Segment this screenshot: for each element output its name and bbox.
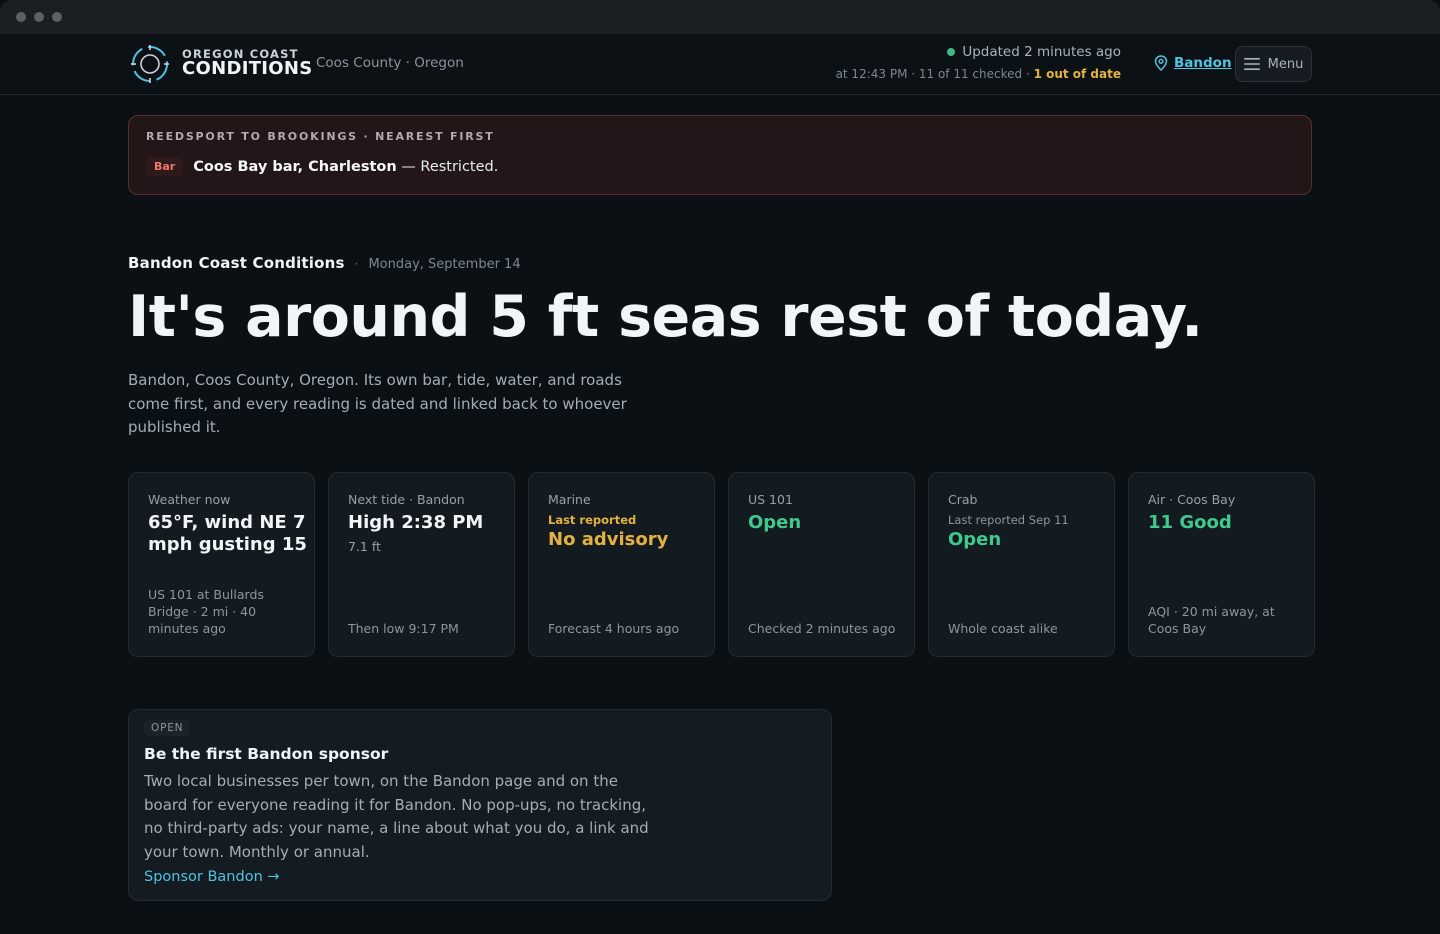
- brand-title[interactable]: CONDITIONS: [182, 58, 313, 79]
- window-close-dot[interactable]: [16, 12, 26, 22]
- crab-foot: Whole coast alike: [948, 621, 1058, 636]
- alert-status: — Restricted.: [396, 158, 499, 175]
- air-label: Air · Coos Bay: [1148, 492, 1236, 507]
- intro-paragraph: Bandon, Coos County, Oregon. Its own bar…: [128, 371, 627, 436]
- out-of-date-link[interactable]: 1 out of date: [1034, 67, 1121, 81]
- updated-text: Updated 2 minutes ago: [962, 44, 1121, 60]
- heading-separator: ·: [354, 257, 359, 271]
- road-value: Open: [748, 512, 802, 533]
- road-card[interactable]: US 101 Open Checked 2 minutes ago: [728, 472, 915, 657]
- marine-foot: Forecast 4 hours ago: [548, 621, 680, 636]
- hamburger-menu-icon: [1243, 58, 1260, 70]
- sponsor-badge: OPEN: [144, 720, 191, 736]
- tide-value: High 2:38 PM: [348, 512, 484, 533]
- marine-value: No advisory: [548, 529, 669, 550]
- tide-height: 7.1 ft: [348, 539, 381, 554]
- region-label: Coos County · Oregon: [316, 55, 464, 71]
- check-time-text: at 12:43 PM · 11 of 11 checked ·: [835, 67, 1034, 81]
- tide-card[interactable]: Next tide · Bandon High 2:38 PM 7.1 ft T…: [328, 472, 515, 657]
- page-heading: Bandon Coast Conditions · Monday, Septem…: [128, 254, 521, 272]
- update-status: Updated 2 minutes ago: [947, 44, 1121, 60]
- menu-label: Menu: [1267, 56, 1304, 72]
- compass-logo-icon[interactable]: [129, 43, 171, 85]
- page-date: Monday, September 14: [368, 257, 521, 272]
- location-pin-icon: [1154, 55, 1168, 71]
- road-label: US 101: [748, 492, 793, 507]
- weather-label: Weather now: [148, 492, 231, 507]
- window-minimize-dot[interactable]: [34, 12, 44, 22]
- live-status-dot: [947, 48, 956, 56]
- tide-label: Next tide · Bandon: [348, 492, 465, 507]
- alert-place: Coos Bay bar, Charleston: [193, 158, 397, 175]
- marine-card[interactable]: Marine Last reported No advisory Forecas…: [528, 472, 715, 657]
- crab-value: Open: [948, 529, 1002, 550]
- location-selector[interactable]: Bandon: [1154, 55, 1232, 71]
- hero-headline: It's around 5 ft seas rest of today.: [128, 284, 1203, 350]
- alert-row: Bar Coos Bay bar, Charleston — Restricte…: [146, 157, 498, 176]
- air-card[interactable]: Air · Coos Bay 11 Good AQI · 20 mi away,…: [1128, 472, 1315, 657]
- sponsor-panel: OPEN Be the first Bandon sponsor Two loc…: [128, 709, 832, 901]
- menu-button[interactable]: Menu: [1235, 46, 1312, 82]
- weather-foot: US 101 at Bullards Bridge · 2 mi · 40 mi…: [148, 587, 264, 636]
- crab-sub: Last reported Sep 11: [948, 513, 1069, 527]
- window-titlebar: [0, 0, 1440, 34]
- conditions-cards: Weather now 65°F, wind NE 7 mph gusting …: [128, 472, 1315, 657]
- browser-window: OREGON COAST CONDITIONS Coos County · Or…: [0, 0, 1440, 934]
- sponsor-body: Two local businesses per town, on the Ba…: [144, 772, 649, 861]
- crab-label: Crab: [948, 492, 978, 507]
- air-foot: AQI · 20 mi away, at Coos Bay: [1148, 604, 1275, 636]
- crab-card[interactable]: Crab Last reported Sep 11 Open Whole coa…: [928, 472, 1115, 657]
- bar-alert-banner[interactable]: REEDSPORT TO BROOKINGS · NEAREST FIRST B…: [128, 115, 1312, 195]
- alert-kicker: REEDSPORT TO BROOKINGS · NEAREST FIRST: [146, 130, 495, 143]
- page-title: Bandon Coast Conditions: [128, 254, 345, 272]
- weather-value: 65°F, wind NE 7 mph gusting 15: [148, 512, 307, 555]
- location-label[interactable]: Bandon: [1174, 55, 1232, 71]
- weather-card[interactable]: Weather now 65°F, wind NE 7 mph gusting …: [128, 472, 315, 657]
- tide-foot: Then low 9:17 PM: [348, 621, 459, 636]
- site-header: OREGON COAST CONDITIONS Coos County · Or…: [0, 34, 1440, 95]
- marine-sub: Last reported: [548, 513, 637, 527]
- air-value: 11 Good: [1148, 512, 1232, 533]
- window-maximize-dot[interactable]: [52, 12, 62, 22]
- road-foot: Checked 2 minutes ago: [748, 621, 896, 636]
- check-status: at 12:43 PM · 11 of 11 checked · 1 out o…: [836, 67, 1121, 81]
- sponsor-title: Be the first Bandon sponsor: [144, 745, 389, 763]
- alert-text: Coos Bay bar, Charleston — Restricted.: [193, 159, 498, 175]
- alert-tag: Bar: [146, 157, 184, 176]
- sponsor-link[interactable]: Sponsor Bandon →: [144, 869, 280, 885]
- marine-label: Marine: [548, 492, 591, 507]
